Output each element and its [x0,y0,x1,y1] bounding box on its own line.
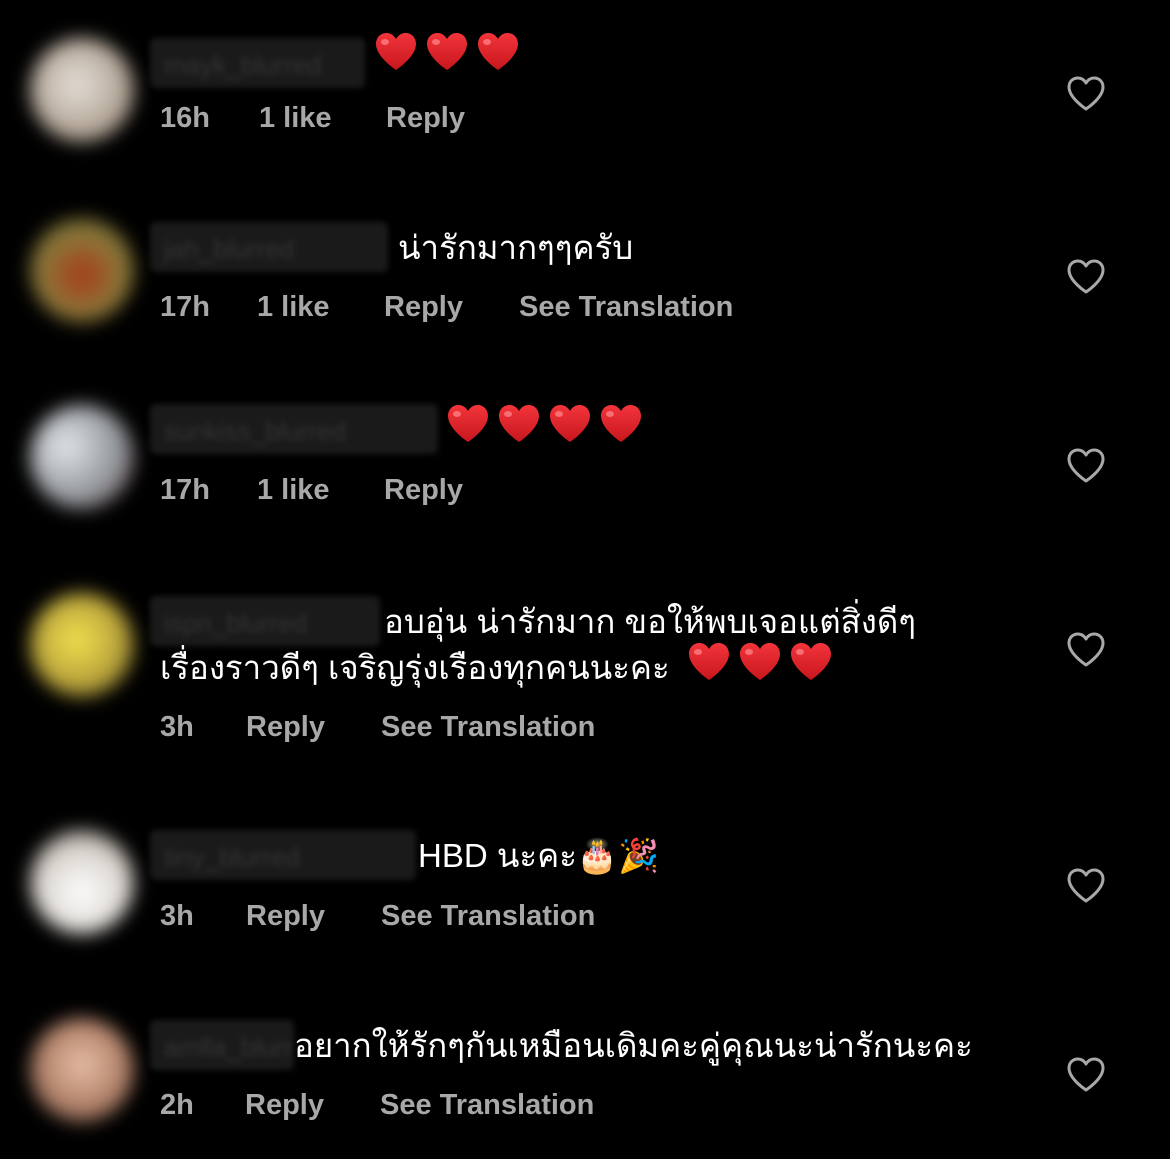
see-translation-button[interactable]: See Translation [381,711,595,744]
timestamp: 3h [160,900,194,932]
like-heart-icon[interactable] [1066,447,1106,485]
comment-text [374,30,527,89]
heart-emojis [374,33,527,76]
red-heart-emoji [599,403,643,461]
username-blurred[interactable]: mayk_blurred [150,38,365,88]
heart-emojis [687,643,840,686]
timestamp: 3h [160,711,194,743]
like-count[interactable]: 1 like [259,102,332,135]
username-text: amlla_blurred [164,1032,294,1062]
comment-text: น่ารักมากๆๆครับ [398,229,634,266]
red-heart-emoji [789,641,833,699]
like-heart-icon[interactable] [1066,867,1106,905]
like-heart-icon[interactable] [1066,258,1106,296]
username-text: tiny_blurred [164,842,300,872]
username-text: jah_blurred [164,234,295,264]
comment-text [446,402,650,461]
see-translation-button[interactable]: See Translation [380,1089,594,1122]
reply-button[interactable]: Reply [246,900,325,933]
like-count[interactable]: 1 like [257,291,330,324]
red-heart-emoji [374,31,418,89]
username-blurred[interactable]: sunkiss_blurred [150,404,438,454]
avatar[interactable] [30,1018,134,1122]
comment-text: HBD นะคะ🎂🎉 [418,837,660,874]
see-translation-button[interactable]: See Translation [519,291,733,324]
red-heart-emoji [738,641,782,699]
red-heart-emoji [497,403,541,461]
see-translation-button[interactable]: See Translation [381,900,595,933]
timestamp: 16h [160,102,210,134]
reply-button[interactable]: Reply [246,711,325,744]
timestamp: 17h [160,291,210,323]
username-blurred[interactable]: ispn_blurred [150,596,380,646]
username-text: mayk_blurred [164,50,322,80]
username-blurred[interactable]: amlla_blurred [150,1020,294,1070]
reply-button[interactable]: Reply [386,102,465,135]
comment-text: อยากให้รักๆกันเหมือนเดิมคะคู่คุณนะน่ารัก… [294,1027,973,1064]
reply-button[interactable]: Reply [384,291,463,324]
heart-emojis [446,405,650,448]
red-heart-emoji [476,31,520,89]
red-heart-emoji [687,641,731,699]
avatar[interactable] [30,830,134,934]
avatar[interactable] [30,405,134,509]
username-blurred[interactable]: jah_blurred [150,222,388,272]
username-blurred[interactable]: tiny_blurred [150,830,416,880]
avatar[interactable] [30,218,134,322]
like-heart-icon[interactable] [1066,631,1106,669]
avatar[interactable] [30,38,134,142]
timestamp: 2h [160,1089,194,1121]
avatar[interactable] [30,593,134,697]
reply-button[interactable]: Reply [384,474,463,507]
username-text: sunkiss_blurred [164,416,347,446]
red-heart-emoji [446,403,490,461]
like-heart-icon[interactable] [1066,75,1106,113]
comment-text-line2: เรื่องราวดีๆ เจริญรุ่งเรืองทุกคนนะคะ [160,640,840,699]
like-heart-icon[interactable] [1066,1056,1106,1094]
reply-button[interactable]: Reply [245,1089,324,1122]
red-heart-emoji [425,31,469,89]
timestamp: 17h [160,474,210,506]
red-heart-emoji [548,403,592,461]
comment-text-line2-text: เรื่องราวดีๆ เจริญรุ่งเรืองทุกคนนะคะ [160,649,670,686]
like-count[interactable]: 1 like [257,474,330,507]
